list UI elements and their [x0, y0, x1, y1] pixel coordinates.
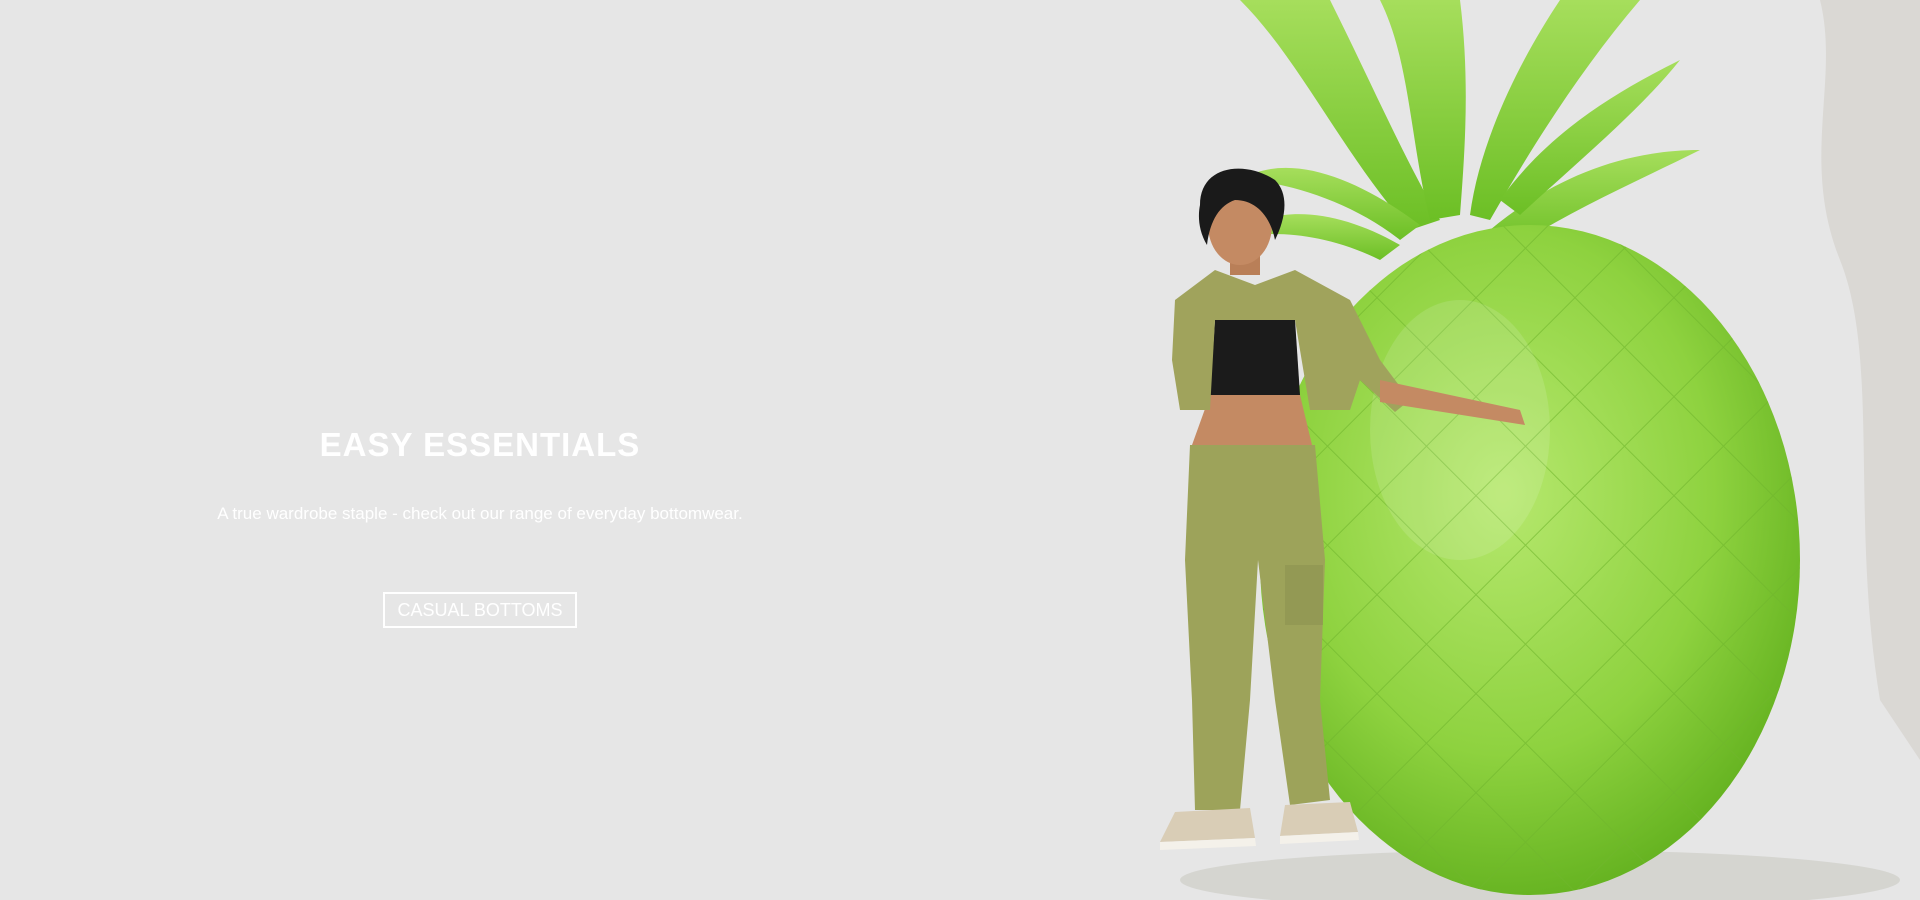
- casual-bottoms-button[interactable]: CASUAL BOTTOMS: [383, 592, 577, 628]
- hero-banner: EASY ESSENTIALS A true wardrobe staple -…: [0, 0, 1920, 900]
- hero-image: [1160, 0, 1920, 900]
- hero-subtitle: A true wardrobe staple - check out our r…: [217, 504, 743, 523]
- hero-title: EASY ESSENTIALS: [319, 426, 641, 463]
- hero-copy: EASY ESSENTIALS A true wardrobe staple -…: [0, 0, 960, 900]
